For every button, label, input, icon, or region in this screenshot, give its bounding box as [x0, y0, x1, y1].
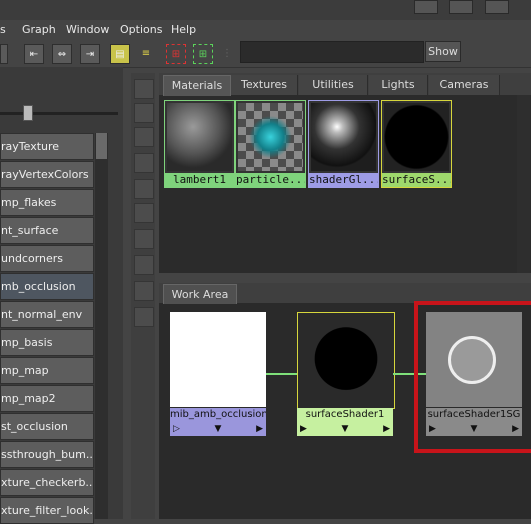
tab-textures[interactable]: Textures — [231, 75, 298, 95]
port-icon[interactable]: ▼ — [342, 422, 349, 436]
tab-lights[interactable]: Lights — [369, 75, 428, 95]
tab-work-area[interactable]: Work Area — [163, 284, 237, 304]
graph-both-icon[interactable]: ⇔ — [52, 44, 72, 64]
material-swatch[interactable]: surfaceS... — [381, 100, 452, 188]
port-icon[interactable]: ▶ — [383, 422, 390, 436]
list-item[interactable]: ssthrough_bum... — [0, 441, 94, 468]
list-item[interactable]: mb_occlusion — [0, 273, 94, 300]
shader-node[interactable]: surfaceShader1 ▶ ▼ ▶ — [297, 312, 395, 437]
tool-icon[interactable] — [134, 307, 154, 327]
left-panel: rayTexture rayVertexColors mp_flakes nt_sur… — [0, 67, 123, 524]
list-item[interactable]: xture_checkerb... — [0, 469, 94, 496]
menu-item-s[interactable]: s — [0, 23, 6, 36]
swatch-label: lambert1 — [165, 173, 234, 187]
list-item[interactable]: nt_surface — [0, 217, 94, 244]
tab-cameras[interactable]: Cameras — [429, 75, 500, 95]
menu-item-options[interactable]: Options — [120, 23, 162, 36]
port-icon[interactable]: ▼ — [215, 422, 222, 436]
list-item[interactable]: mp_flakes — [0, 189, 94, 216]
black-sphere-icon — [384, 103, 449, 171]
gray-sphere-icon — [167, 103, 232, 171]
node-ports[interactable]: ▶ ▼ ▶ — [297, 422, 393, 436]
node-swatch — [297, 312, 395, 409]
materials-panel: Materials Textures Utilities Lights Cameras … — [159, 73, 531, 273]
highlight-box — [414, 301, 531, 453]
maximize-icon[interactable] — [449, 0, 473, 14]
list-item[interactable]: xture_filter_look... — [0, 497, 94, 524]
menu-item-window[interactable]: Window — [66, 23, 109, 36]
swatch-label: particle... — [236, 173, 305, 187]
material-swatch[interactable]: shaderGl... — [308, 100, 379, 188]
rearrange-icon[interactable]: ⊞ — [193, 44, 213, 64]
material-swatch[interactable]: particle... — [235, 100, 306, 188]
list-scrollbar[interactable] — [95, 133, 108, 519]
size-slider-track[interactable] — [0, 112, 118, 115]
node-ports[interactable]: ▷ ▼ ▶ — [170, 422, 266, 436]
graph-selected-icon[interactable]: ⊞ — [166, 44, 186, 64]
graph-output-icon[interactable]: ⇥ — [80, 44, 100, 64]
tool-icon[interactable] — [134, 255, 154, 275]
list-item[interactable]: st_occlusion — [0, 413, 94, 440]
menu-item-graph[interactable]: Graph — [22, 23, 56, 36]
toolbar-edge-icon[interactable] — [0, 44, 8, 64]
materials-scrollbar[interactable] — [517, 95, 530, 273]
list-item[interactable]: undcorners — [0, 245, 94, 272]
list-item[interactable]: mp_map — [0, 357, 94, 384]
shader-node[interactable]: mib_amb_occlusion1 ▷ ▼ ▶ — [170, 312, 266, 437]
scrollbar-thumb[interactable] — [96, 133, 107, 159]
swatch-label: shaderGl... — [309, 173, 378, 187]
node-swatch — [170, 312, 266, 407]
material-swatch[interactable]: lambert1 — [164, 100, 235, 188]
node-label: mib_amb_occlusion1 — [170, 408, 266, 422]
swatch-label: surfaceS... — [382, 173, 451, 187]
vertical-tool-strip — [131, 73, 155, 519]
layout-icon[interactable]: ▤ — [110, 44, 130, 64]
tool-icon[interactable] — [134, 179, 154, 199]
tab-materials[interactable]: Materials — [163, 75, 231, 96]
search-input[interactable] — [240, 41, 424, 63]
glossy-sphere-icon — [311, 103, 376, 171]
tool-icon[interactable] — [134, 103, 154, 123]
tool-icon[interactable] — [134, 229, 154, 249]
connection-line — [266, 373, 297, 375]
separator-icon: ⋮ — [222, 47, 232, 59]
list-item[interactable]: nt_normal_env — [0, 301, 94, 328]
list-item[interactable]: rayVertexColors — [0, 161, 94, 188]
work-area-tabbar: Work Area — [159, 283, 531, 304]
tab-utilities[interactable]: Utilities — [299, 75, 368, 95]
tool-icon[interactable] — [134, 281, 154, 301]
tool-icon[interactable] — [134, 153, 154, 173]
menu-bar: s Graph Window Options Help — [0, 20, 531, 41]
tool-icon[interactable] — [134, 79, 154, 99]
tool-icon[interactable] — [134, 127, 154, 147]
node-label: surfaceShader1 — [297, 408, 393, 422]
list-item[interactable]: rayTexture — [0, 133, 94, 160]
graph-input-icon[interactable]: ⇤ — [24, 44, 44, 64]
list-item[interactable]: mp_map2 — [0, 385, 94, 412]
port-icon[interactable]: ▶ — [300, 422, 307, 436]
size-slider-handle[interactable] — [23, 105, 33, 121]
clear-graph-icon[interactable]: ≡ — [137, 44, 155, 62]
menu-item-help[interactable]: Help — [171, 23, 196, 36]
port-icon[interactable]: ▷ — [173, 422, 180, 436]
checker-glow-icon — [238, 103, 303, 171]
minimize-icon[interactable] — [414, 0, 438, 14]
toolbar: ⇤ ⇔ ⇥ ▤ ≡ ⊞ ⊞ ⋮ Show — [0, 41, 531, 68]
show-button[interactable]: Show — [425, 41, 461, 62]
material-tabs: Materials Textures Utilities Lights Cameras — [159, 73, 531, 96]
close-icon[interactable] — [485, 0, 509, 14]
title-bar — [0, 0, 531, 20]
tool-icon[interactable] — [134, 203, 154, 223]
list-item[interactable]: mp_basis — [0, 329, 94, 356]
port-icon[interactable]: ▶ — [256, 422, 263, 436]
